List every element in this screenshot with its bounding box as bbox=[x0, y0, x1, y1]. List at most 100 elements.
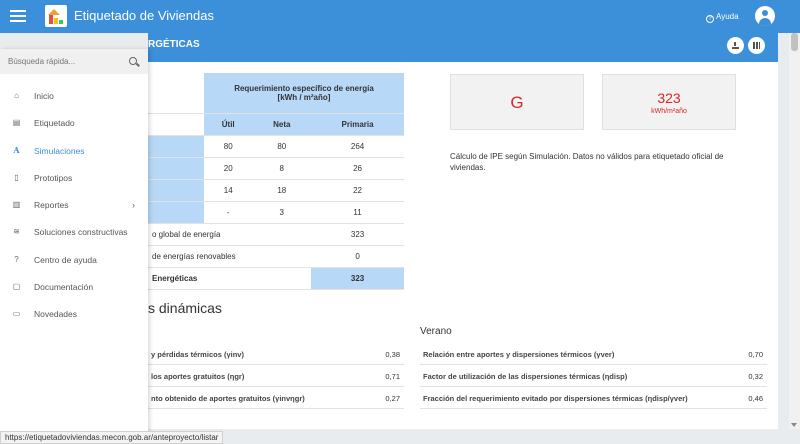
row-label bbox=[148, 135, 204, 158]
list-item: Fracción del requerimiento evitado por d… bbox=[420, 387, 767, 409]
scroll-down-arrow-icon[interactable] bbox=[791, 423, 797, 427]
sidebar-item-centro-ayuda[interactable]: ? Centro de ayuda bbox=[0, 246, 148, 273]
sidebar-item-prototipos[interactable]: ▯ Prototipos bbox=[0, 164, 148, 191]
list-item: Factor de utilización de las dispersione… bbox=[420, 365, 767, 387]
cell-neta: 18 bbox=[252, 179, 312, 202]
table-corner-2 bbox=[148, 113, 204, 136]
cell-primaria: 11 bbox=[311, 201, 404, 224]
document-icon: ▤ bbox=[12, 118, 21, 128]
summary-label: de energías renovables bbox=[148, 245, 312, 268]
sidebar-item-inicio[interactable]: ⌂ Inicio bbox=[0, 82, 148, 109]
calculation-note: Cálculo de IPE según Simulación. Datos n… bbox=[450, 152, 724, 172]
summary-value: 0 bbox=[311, 245, 404, 268]
cell-neta: 80 bbox=[252, 135, 312, 158]
summer-title: Verano bbox=[420, 326, 452, 337]
energy-grade: G bbox=[510, 93, 524, 112]
card-title: RGÉTICAS bbox=[148, 39, 200, 50]
list-item-label: Factor de utilización de las dispersione… bbox=[423, 372, 628, 381]
search-icon[interactable] bbox=[129, 57, 137, 65]
chevron-right-icon: › bbox=[132, 200, 135, 211]
sidebar-item-soluciones[interactable]: ≋ Soluciones constructivas bbox=[0, 218, 148, 245]
app-logo-icon[interactable] bbox=[45, 5, 67, 27]
summary-row: Energéticas 323 bbox=[148, 267, 404, 290]
table-corner bbox=[148, 73, 204, 114]
cell-primaria: 26 bbox=[311, 157, 404, 180]
energy-grade-box: G bbox=[450, 74, 584, 130]
page-scrollbar[interactable] bbox=[789, 33, 800, 429]
sidebar-item-label: Reportes bbox=[34, 200, 69, 211]
status-bar-url: https://etiquetadoviviendas.mecon.gob.ar… bbox=[0, 431, 224, 444]
list-item-label: Relación entre aportes y dispersiones té… bbox=[423, 350, 615, 359]
col-header-primaria: Primaria bbox=[311, 113, 404, 136]
hamburger-menu-icon[interactable] bbox=[10, 8, 26, 24]
summary-row: de energías renovables 0 bbox=[148, 245, 404, 268]
cell-primaria: 264 bbox=[311, 135, 404, 158]
section-title: s dinámicas bbox=[148, 300, 222, 316]
help-link[interactable]: ? Ayuda bbox=[706, 12, 739, 23]
ipe-value-box: 323 kWh/m²año bbox=[602, 74, 736, 130]
summary-value: 323 bbox=[311, 223, 404, 246]
list-item: los aportes gratuitos (ηgr) 0,71 bbox=[148, 365, 404, 387]
sidebar-item-label: Centro de ayuda bbox=[34, 254, 97, 265]
newspaper-icon: ▭ bbox=[12, 309, 21, 319]
top-bar: Etiquetado de Viviendas ? Ayuda bbox=[0, 0, 800, 33]
table-row: 14 18 22 bbox=[148, 179, 404, 202]
sidebar-item-reportes[interactable]: ▥ Reportes › bbox=[0, 191, 148, 218]
list-item: nto obtenido de aportes gratuitos (γinvη… bbox=[148, 387, 404, 409]
sidebar-item-etiquetado[interactable]: ▤ Etiquetado bbox=[0, 109, 148, 136]
download-icon bbox=[732, 42, 739, 49]
download-button[interactable] bbox=[727, 37, 744, 54]
energy-header-line1: Requerimiento específico de energía bbox=[234, 83, 374, 93]
font-a-icon: A bbox=[13, 144, 20, 155]
ipe-unit: kWh/m²año bbox=[651, 108, 687, 115]
layers-icon: ≋ bbox=[13, 227, 20, 237]
col-header-util: Útil bbox=[204, 113, 253, 136]
list-item-value: 0,38 bbox=[385, 350, 400, 359]
sidebar-search bbox=[0, 49, 148, 74]
list-item: Relación entre aportes y dispersiones té… bbox=[420, 343, 767, 365]
scrollbar-thumb[interactable] bbox=[791, 33, 798, 51]
sidebar-nav: ⌂ Inicio ▤ Etiquetado A Simulaciones ▯ P… bbox=[0, 82, 148, 328]
list-item-value: 0,46 bbox=[748, 394, 763, 403]
list-item-label: Fracción del requerimiento evitado por d… bbox=[423, 394, 688, 403]
summary-total-value: 323 bbox=[311, 267, 404, 290]
energy-table: Requerimiento específico de energía [kWh… bbox=[148, 73, 404, 290]
file-icon: ▯ bbox=[14, 172, 19, 182]
cell-util: 20 bbox=[204, 157, 253, 180]
sidebar-item-label: Novedades bbox=[34, 309, 78, 320]
table-row: 80 80 264 bbox=[148, 135, 404, 158]
sidebar-item-label: Inicio bbox=[34, 91, 54, 101]
columns-icon bbox=[753, 42, 760, 49]
app-title[interactable]: Etiquetado de Viviendas bbox=[74, 8, 214, 23]
file-text-icon: ▢ bbox=[12, 282, 21, 292]
sidebar-item-label: Etiquetado bbox=[34, 118, 75, 129]
summary-label: Energéticas bbox=[148, 267, 312, 290]
summary-row: o global de energía 323 bbox=[148, 223, 404, 246]
columns-button[interactable] bbox=[748, 37, 765, 54]
list-item-label: nto obtenido de aportes gratuitos (γinvη… bbox=[151, 394, 305, 403]
sidebar-item-documentacion[interactable]: ▢ Documentación bbox=[0, 273, 148, 300]
col-header-neta: Neta bbox=[252, 113, 312, 136]
home-icon: ⌂ bbox=[14, 91, 19, 100]
cell-neta: 3 bbox=[252, 201, 312, 224]
energy-header-line2: [kWh / m²año] bbox=[277, 92, 331, 102]
sidebar-item-label: Simulaciones bbox=[34, 145, 85, 156]
row-label bbox=[148, 157, 204, 180]
sidebar-item-simulaciones[interactable]: A Simulaciones bbox=[0, 137, 148, 164]
cell-neta: 8 bbox=[252, 157, 312, 180]
cell-util: - bbox=[204, 201, 253, 224]
search-input[interactable] bbox=[8, 55, 118, 68]
cell-util: 80 bbox=[204, 135, 253, 158]
sidebar-item-label: Documentación bbox=[34, 282, 94, 293]
cell-primaria: 22 bbox=[311, 179, 404, 202]
list-item-value: 0,32 bbox=[748, 372, 763, 381]
list-item-label: y pérdidas térmicos (γinv) bbox=[151, 350, 244, 359]
results-card: RGÉTICAS Requerimiento específico de ene… bbox=[148, 33, 778, 429]
summer-list: Relación entre aportes y dispersiones té… bbox=[420, 343, 767, 409]
list-item-value: 0,70 bbox=[748, 350, 763, 359]
sidebar-item-novedades[interactable]: ▭ Novedades bbox=[0, 300, 148, 327]
help-label: Ayuda bbox=[716, 12, 739, 21]
sidebar-item-label: Soluciones constructivas bbox=[34, 227, 128, 238]
user-avatar-icon[interactable] bbox=[755, 6, 775, 26]
energy-header: Requerimiento específico de energía [kWh… bbox=[204, 73, 404, 114]
